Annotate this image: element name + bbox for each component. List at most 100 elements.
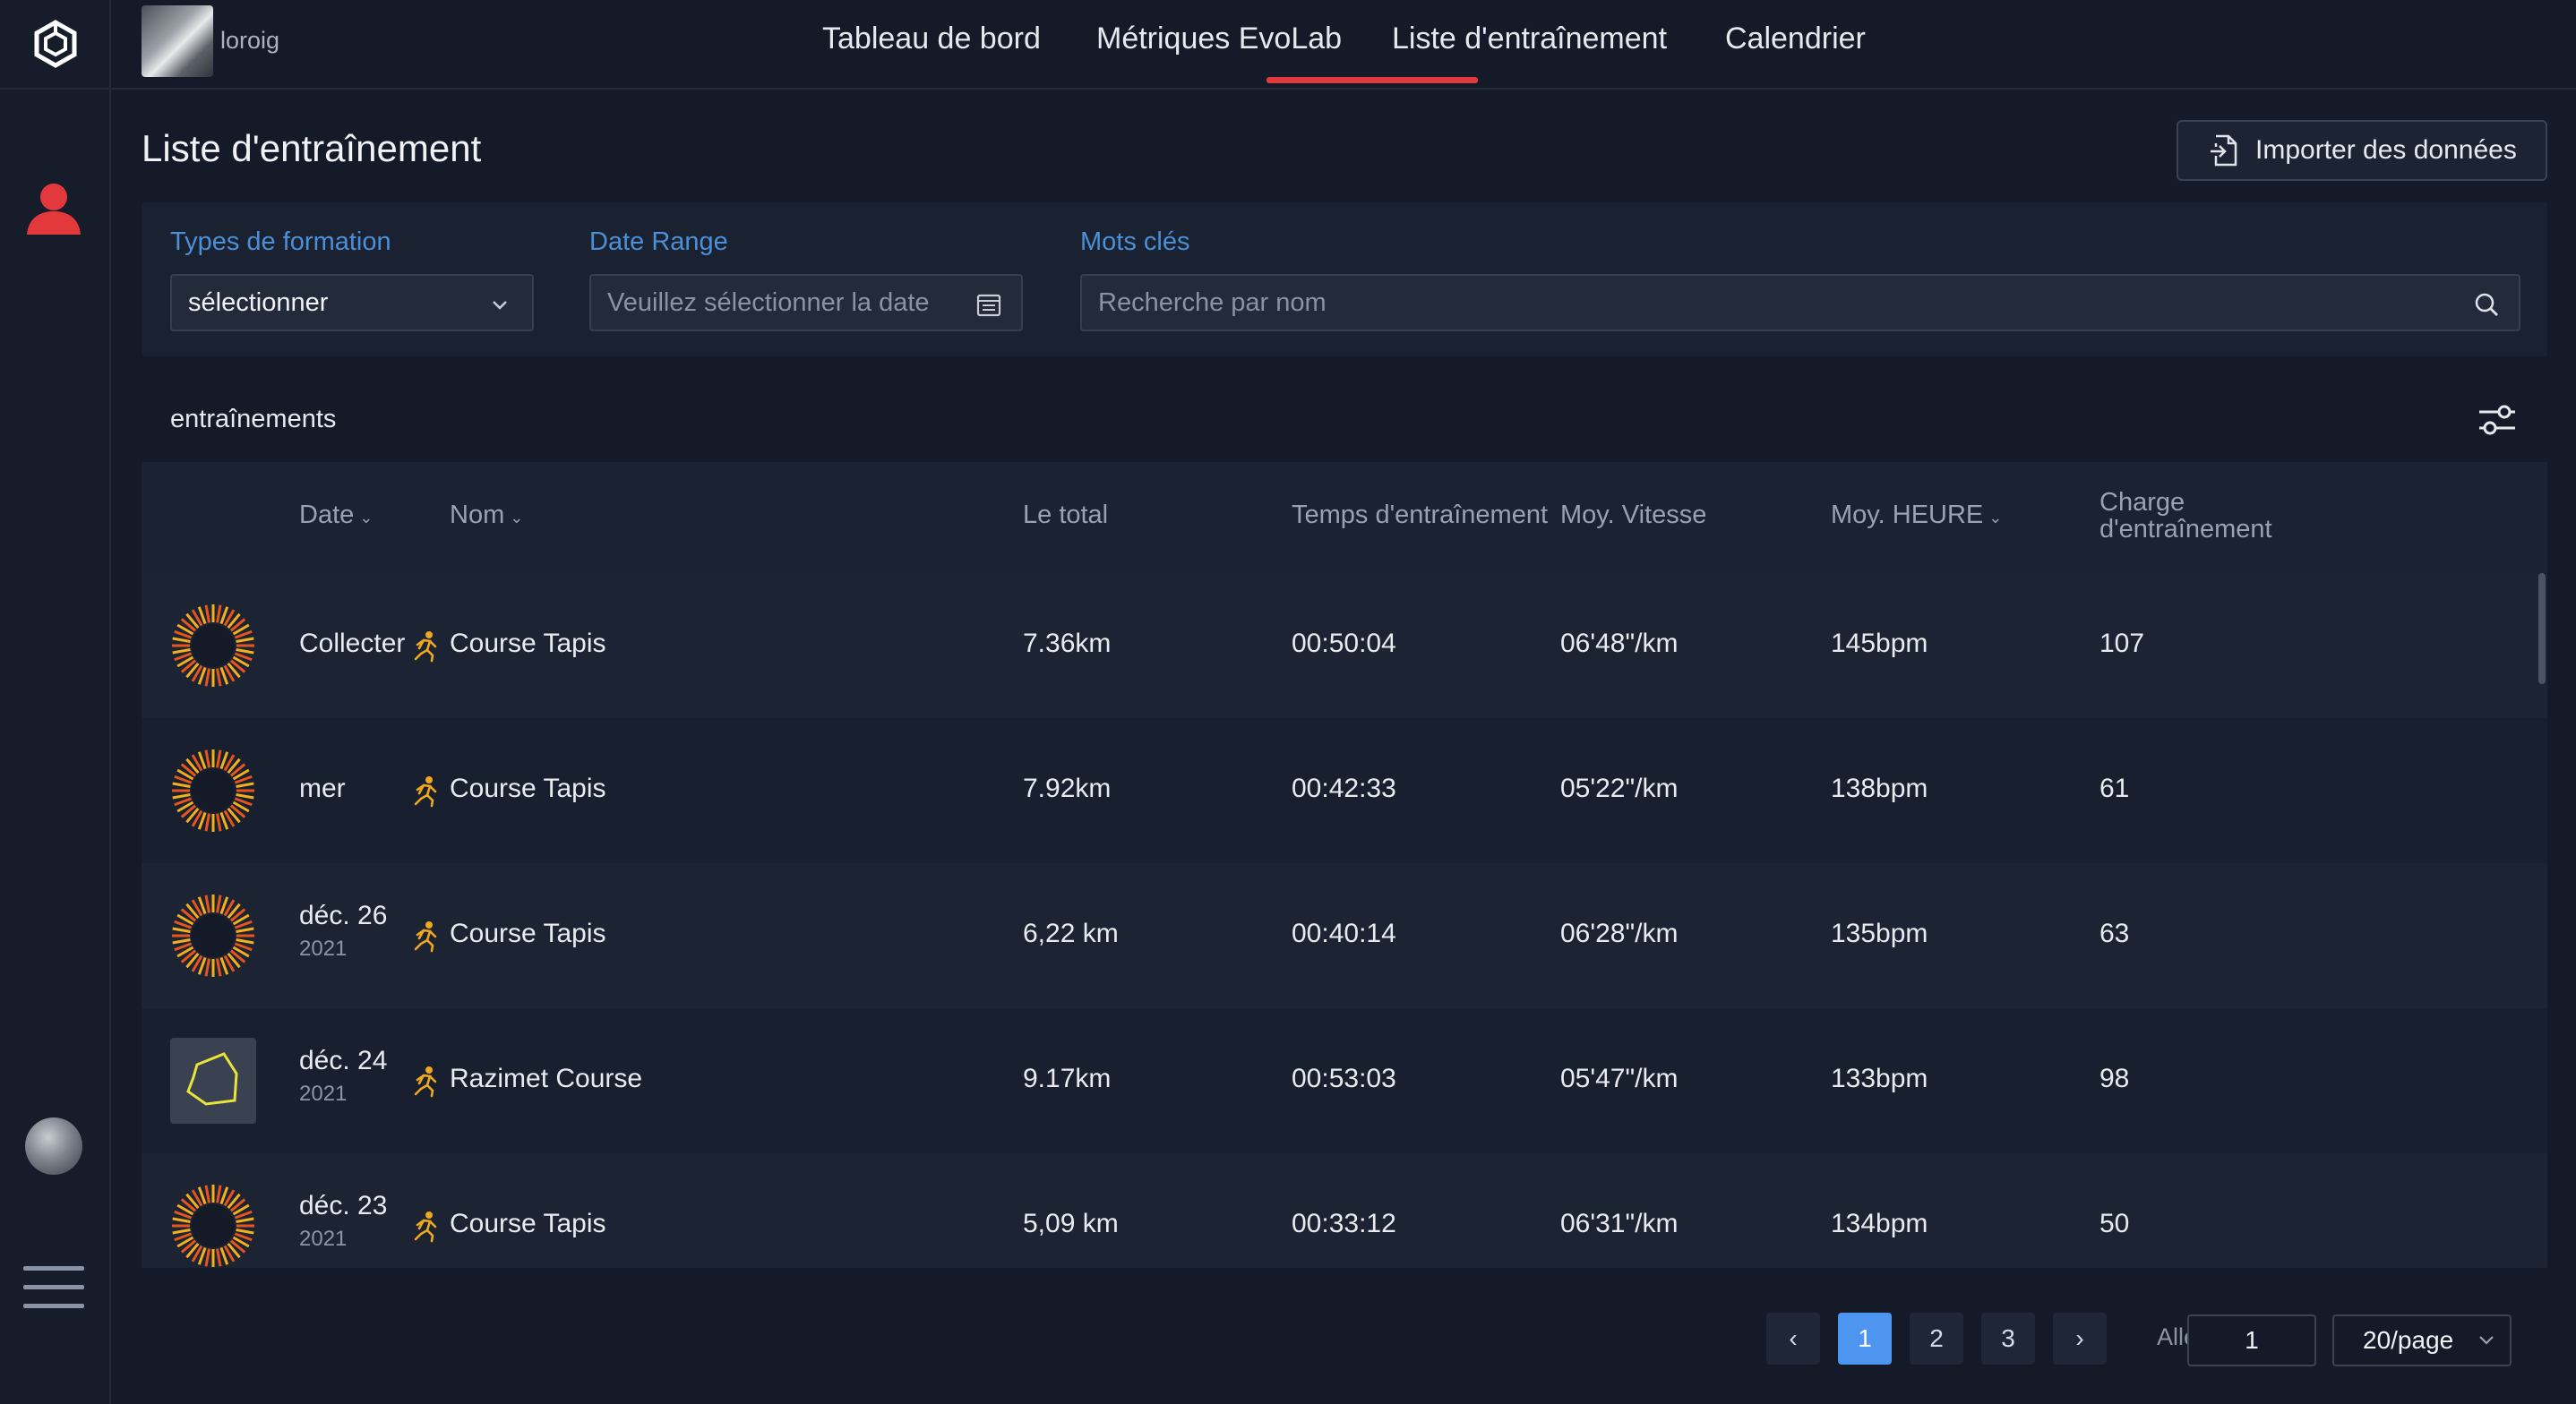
row-hr: 145bpm: [1831, 629, 1928, 658]
running-icon: [414, 921, 437, 953]
date-range-picker[interactable]: Veuillez sélectionner la date: [589, 274, 1023, 331]
treadmill-sunburst-icon: [172, 604, 254, 687]
page-3-button[interactable]: 3: [1981, 1313, 2035, 1365]
keywords-label: Mots clés: [1080, 227, 1190, 256]
row-time: 00:40:14: [1292, 919, 1396, 948]
date-range-label: Date Range: [589, 227, 728, 256]
nav-training-list[interactable]: Liste d'entraînement: [1392, 21, 1667, 56]
route-map-icon: [170, 1038, 256, 1124]
table-row[interactable]: mer Course Tapis 7.92km 00:42:33 05'22"/km 13…: [142, 718, 2547, 863]
row-year: 2021: [299, 1227, 348, 1251]
page-title: Liste d'entraînement: [142, 127, 482, 169]
sidebar: [0, 0, 111, 1404]
training-type-label: Types de formation: [170, 227, 391, 256]
row-load: 63: [2099, 919, 2130, 948]
main-nav: Tableau de bord Métriques EvoLab Liste d…: [0, 0, 2576, 90]
row-total: 7.92km: [1023, 774, 1112, 803]
keyword-search-input[interactable]: Recherche par nom: [1080, 274, 2520, 331]
running-icon: [414, 631, 437, 663]
row-time: 00:33:12: [1292, 1209, 1396, 1238]
col-load-header: Charge d'entraînement: [2099, 488, 2272, 544]
row-name[interactable]: Course Tapis: [450, 629, 606, 659]
page-1-button[interactable]: 1: [1838, 1313, 1892, 1365]
row-name[interactable]: Razimet Course: [450, 1064, 642, 1094]
training-table: Date ⌄ Nom ⌄ Le total Temps d'entraînement…: [142, 462, 2547, 1268]
sort-icon: ⌄: [1988, 509, 2003, 526]
row-date: Collecter: [299, 629, 406, 658]
table-header: Date ⌄ Nom ⌄ Le total Temps d'entraînement…: [142, 462, 2547, 573]
row-speed: 05'22"/km: [1560, 774, 1679, 803]
table-scrollbar[interactable]: [2538, 573, 2546, 684]
col-time-header: Temps d'entraînement: [1292, 501, 1549, 529]
hamburger-menu-icon[interactable]: [23, 1264, 84, 1311]
avatar[interactable]: [25, 1117, 82, 1175]
nav-evolab-metrics[interactable]: Métriques EvoLab: [1096, 21, 1342, 56]
date-range-placeholder: Veuillez sélectionner la date: [607, 287, 930, 317]
treadmill-sunburst-icon: [172, 749, 254, 832]
outdoor-run-icon: [414, 1066, 437, 1098]
page-size-value: 20/page: [2363, 1326, 2454, 1354]
row-speed: 06'31"/km: [1560, 1209, 1679, 1238]
row-total: 7.36km: [1023, 629, 1112, 658]
row-name[interactable]: Course Tapis: [450, 774, 606, 804]
import-data-button[interactable]: Importer des données: [2177, 120, 2547, 181]
nav-dashboard[interactable]: Tableau de bord: [822, 21, 1041, 56]
table-row[interactable]: déc. 23 2021 Course Tapis 5,09 km 00:33:12 06…: [142, 1153, 2547, 1268]
row-time: 00:53:03: [1292, 1064, 1396, 1093]
treadmill-sunburst-icon: [172, 1185, 254, 1267]
row-load: 107: [2099, 629, 2145, 658]
nav-calendar[interactable]: Calendrier: [1725, 21, 1866, 56]
row-date: déc. 26: [299, 901, 388, 930]
row-hr: 138bpm: [1831, 774, 1928, 803]
row-year: 2021: [299, 1082, 348, 1106]
goto-page-input[interactable]: 1: [2187, 1314, 2316, 1366]
search-icon[interactable]: [2472, 290, 2501, 319]
row-total: 9.17km: [1023, 1064, 1112, 1093]
row-time: 00:50:04: [1292, 629, 1396, 658]
section-title: entraînements: [170, 405, 337, 433]
col-speed-header: Moy. Vitesse: [1560, 501, 1707, 529]
row-load: 50: [2099, 1209, 2130, 1238]
user-profile-icon[interactable]: [21, 176, 86, 240]
row-name[interactable]: Course Tapis: [450, 919, 606, 949]
row-speed: 06'28"/km: [1560, 919, 1679, 948]
row-date: déc. 24: [299, 1046, 388, 1075]
row-speed: 06'48"/km: [1560, 629, 1679, 658]
row-date: mer: [299, 774, 346, 803]
table-row[interactable]: déc. 26 2021 Course Tapis 6,22 km 00:40:14 06…: [142, 863, 2547, 1008]
row-load: 98: [2099, 1064, 2130, 1093]
treadmill-sunburst-icon: [172, 895, 254, 977]
row-total: 5,09 km: [1023, 1209, 1119, 1238]
row-time: 00:42:33: [1292, 774, 1396, 803]
prev-page-button[interactable]: ‹: [1766, 1313, 1820, 1365]
table-row[interactable]: déc. 24 2021 Razimet Course 9.17km 00:53:03 0…: [142, 1008, 2547, 1153]
row-load: 61: [2099, 774, 2130, 803]
row-hr: 135bpm: [1831, 919, 1928, 948]
page-2-button[interactable]: 2: [1910, 1313, 1963, 1365]
row-date: déc. 23: [299, 1191, 388, 1220]
page-size-select[interactable]: 20/page: [2332, 1314, 2512, 1366]
col-date-header[interactable]: Date ⌄: [299, 501, 373, 531]
next-page-button[interactable]: ›: [2053, 1313, 2107, 1365]
column-settings-icon[interactable]: [2477, 403, 2517, 437]
sort-icon: ⌄: [510, 509, 524, 526]
col-name-header[interactable]: Nom ⌄: [450, 501, 523, 531]
row-speed: 05'47"/km: [1560, 1064, 1679, 1093]
row-year: 2021: [299, 937, 348, 961]
training-type-select[interactable]: sélectionner: [170, 274, 534, 331]
calendar-icon: [976, 294, 1001, 317]
keyword-search-placeholder: Recherche par nom: [1098, 287, 1327, 317]
running-icon: [414, 1211, 437, 1243]
row-hr: 133bpm: [1831, 1064, 1928, 1093]
row-total: 6,22 km: [1023, 919, 1119, 948]
col-hr-header[interactable]: Moy. HEURE ⌄: [1831, 501, 2002, 531]
sort-icon: ⌄: [359, 509, 374, 526]
chevron-down-icon: [493, 301, 507, 310]
running-icon: [414, 776, 437, 808]
table-row[interactable]: Collecter Course Tapis 7.36km 00:50:04 06'48…: [142, 573, 2547, 718]
col-total-header: Le total: [1023, 501, 1109, 529]
import-file-icon: [2211, 134, 2237, 167]
import-data-label: Importer des données: [2255, 135, 2517, 165]
row-name[interactable]: Course Tapis: [450, 1209, 606, 1239]
active-tab-indicator: [1267, 77, 1478, 83]
